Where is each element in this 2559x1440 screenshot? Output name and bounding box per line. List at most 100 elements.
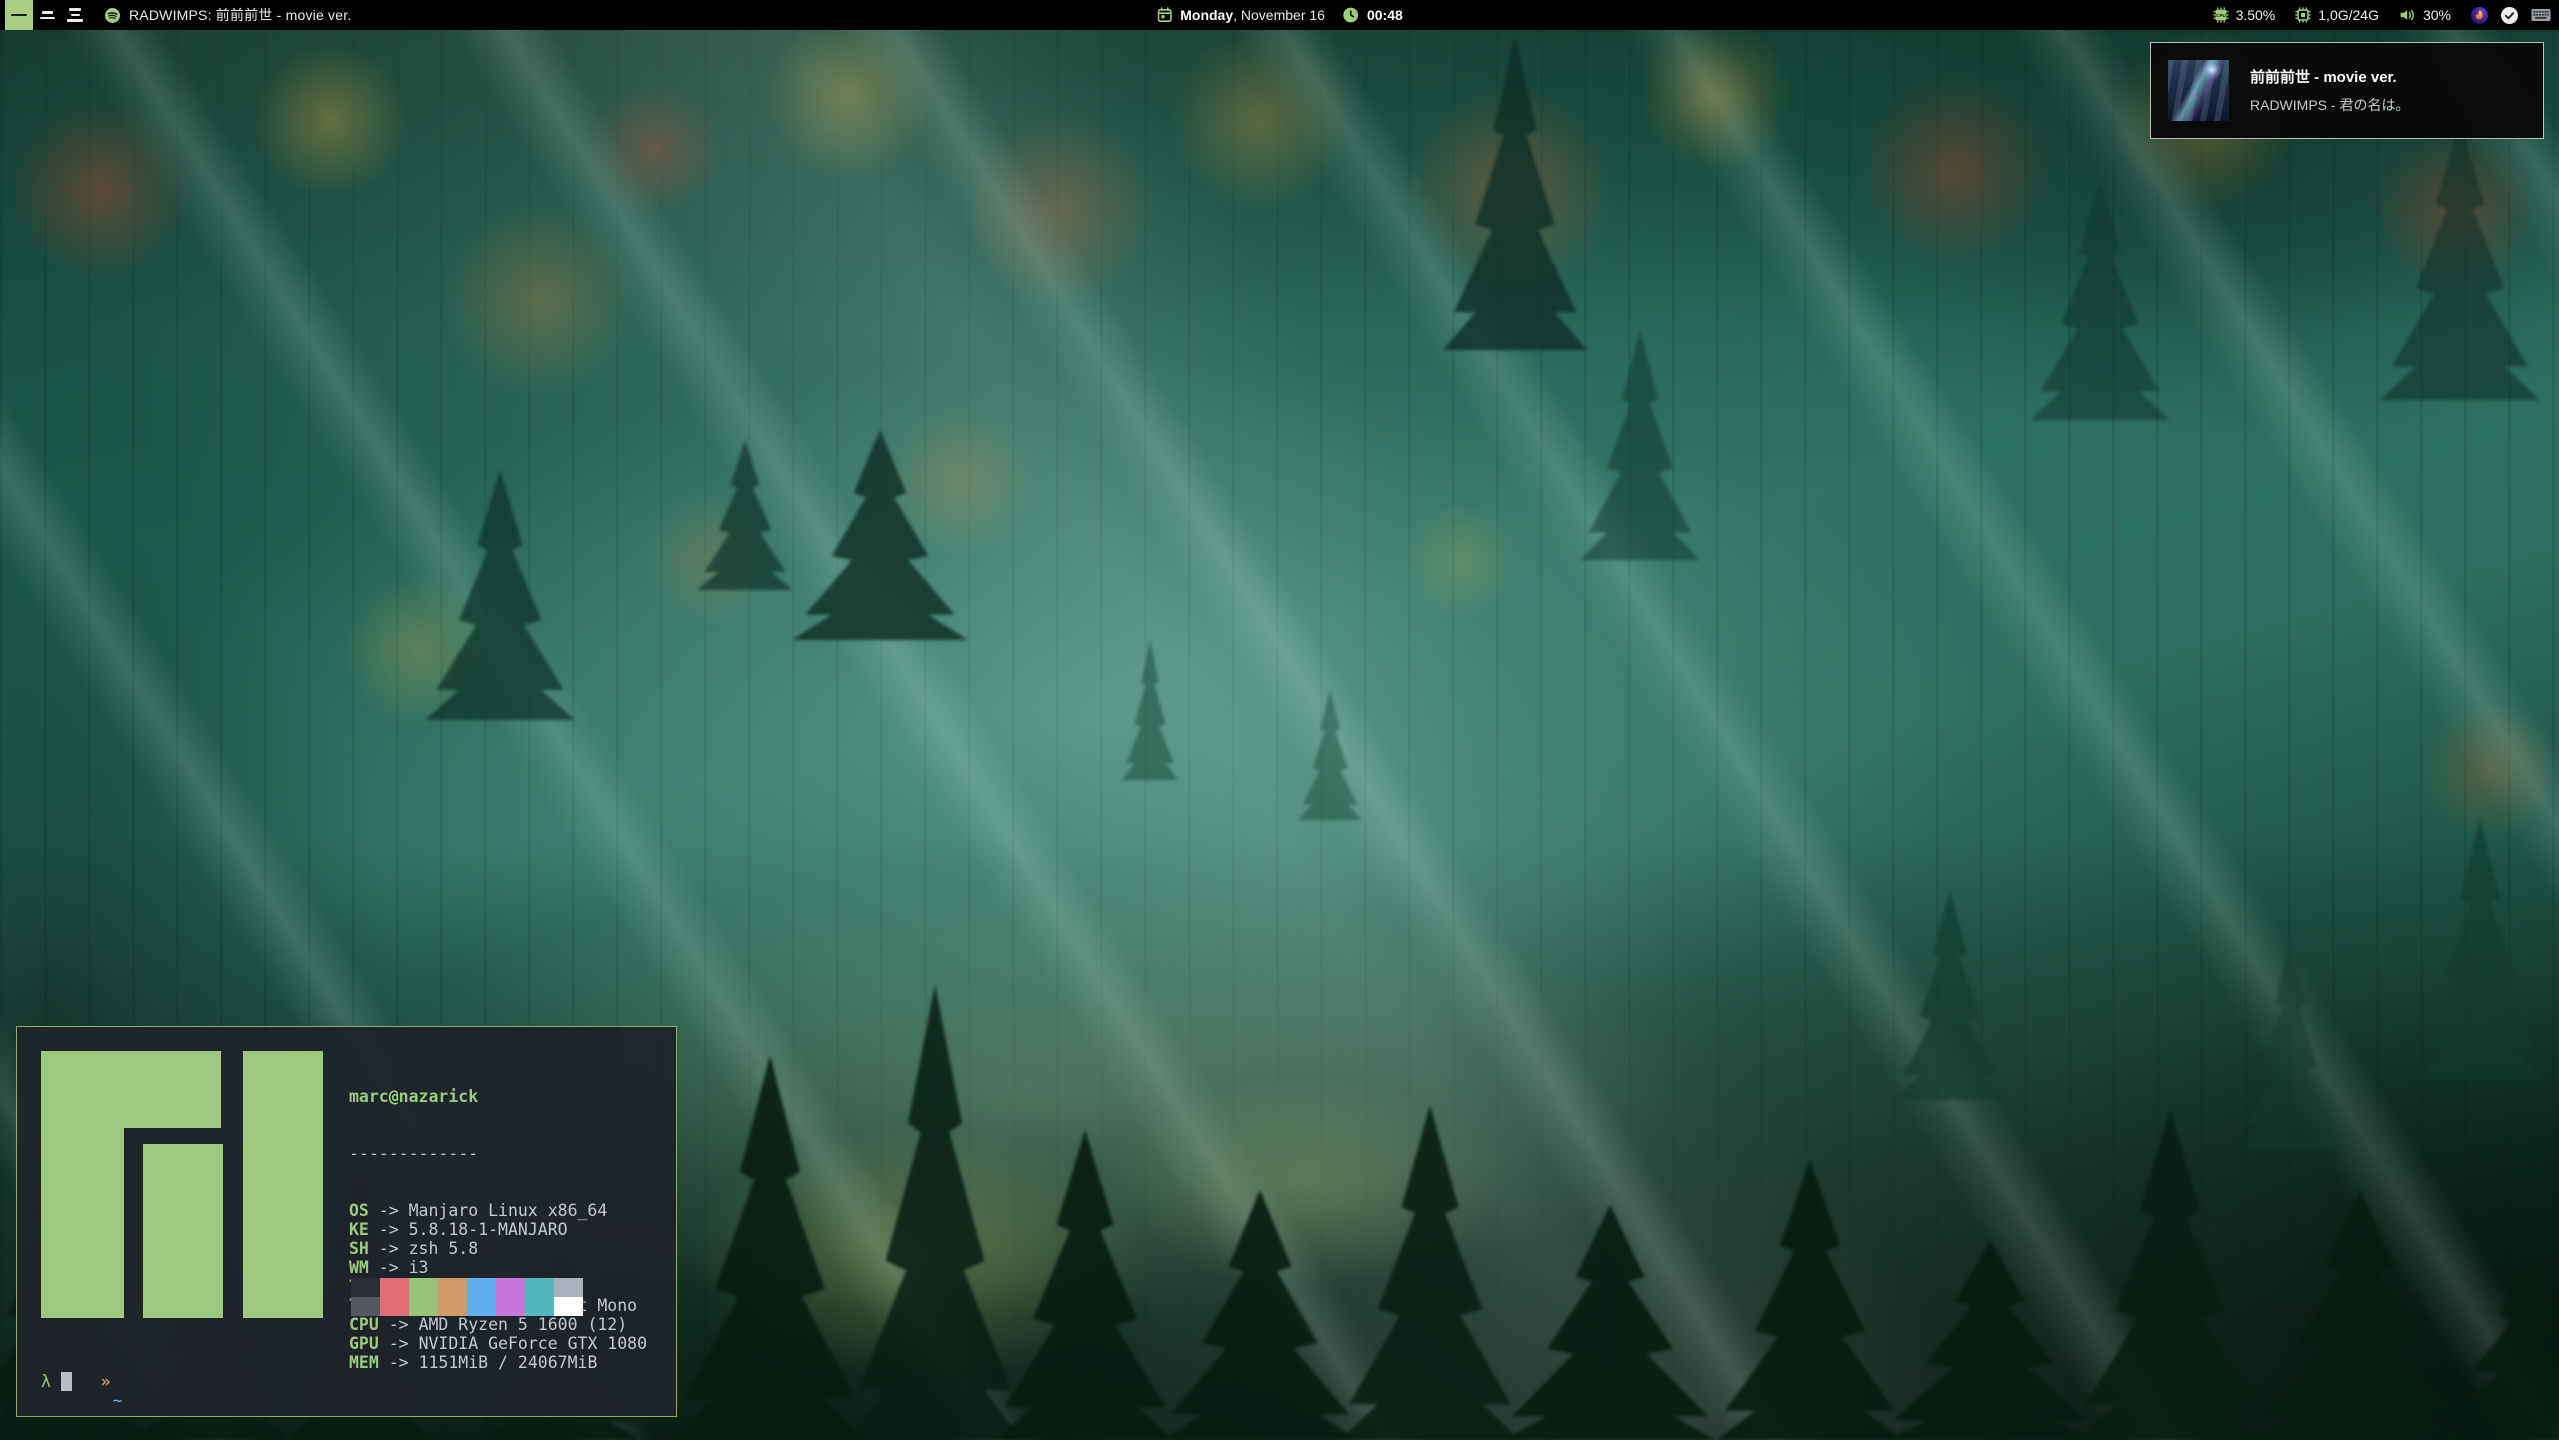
workspace-glyph-stroke [69,8,81,11]
workspace-glyph-stroke [11,14,27,17]
notification-text: 前前前世 - movie ver. RADWIMPS - 君の名は。 [2250,60,2409,121]
workspace-button-2[interactable] [33,0,61,30]
bar-left-section: RADWIMPS: 前前前世 - movie ver. [0,0,351,30]
pine-tree-silhouette [1895,890,2005,1100]
fetch-row-mem: MEM -> 1151MiB / 24067MiB [349,1353,647,1372]
pine-tree-silhouette [1122,640,1178,780]
manjaro-logo [41,1051,323,1318]
pine-tree-silhouette [425,470,575,720]
volume-module: 30% [2399,7,2451,23]
workspace-button-1[interactable] [5,0,33,30]
memory-chip-icon [2295,7,2311,23]
calendar-icon [1156,7,1172,23]
pine-tree-silhouette [1335,1105,1525,1440]
pine-tree-silhouette [2070,1110,2270,1440]
pine-tree-silhouette [2415,820,2545,1080]
now-playing-title[interactable]: RADWIMPS: 前前前世 - movie ver. [129,5,351,25]
color-swatch [496,1278,525,1297]
color-swatch [351,1278,380,1297]
color-swatch [554,1297,583,1316]
pine-tree-silhouette [990,1130,1180,1440]
palette-row-bright [351,1297,583,1316]
color-swatch [496,1297,525,1316]
color-swatch [438,1278,467,1297]
pine-tree-silhouette [1710,1160,1910,1440]
pine-tree-silhouette [2240,940,2340,1150]
pine-tree-silhouette [2030,180,2170,420]
manjaro-logo-piece [143,1144,223,1318]
manjaro-logo-piece [41,1051,124,1318]
palette-row-normal [351,1278,583,1297]
fetch-row-os: OS -> Manjaro Linux x86_64 [349,1201,647,1220]
firefox-nightly-icon[interactable] [2471,7,2488,24]
pine-tree-silhouette [1495,1205,1725,1440]
pine-tree-silhouette [792,430,968,640]
user-host-line: marc@nazarick [349,1087,647,1106]
fetch-row-wm: WM -> i3 [349,1258,647,1277]
cpu-icon: CPU [2213,7,2229,23]
cpu-module: CPU 3.50% [2213,7,2276,23]
pine-tree-silhouette [2245,1190,2475,1440]
color-palette [351,1278,583,1316]
pine-tree-silhouette [1155,1190,1365,1440]
workspace-glyph-stroke [40,17,55,20]
color-swatch [409,1297,438,1316]
spotify-icon [105,8,120,23]
spotify-module[interactable]: RADWIMPS: 前前前世 - movie ver. [105,5,351,25]
notification-popup[interactable]: 前前前世 - movie ver. RADWIMPS - 君の名は。 [2150,42,2544,139]
fetch-row-gpu: GPU -> NVIDIA GeForce GTX 1080 [349,1334,647,1353]
date-rest: , November 16 [1233,7,1325,23]
notification-title: 前前前世 - movie ver. [2250,66,2409,87]
color-swatch [554,1278,583,1297]
memory-usage-value: 1,0G/24G [2318,7,2379,23]
workspace-glyph-stroke [67,19,83,22]
date-day: Monday [1180,7,1233,23]
cpu-usage-value: 3.50% [2236,7,2276,23]
fetch-row-ke: KE -> 5.8.18-1-MANJARO [349,1220,647,1239]
terminal-cursor[interactable] [61,1372,72,1391]
system-tray [2471,7,2551,24]
fetch-row-sh: SH -> zsh 5.8 [349,1239,647,1258]
date-label: Monday, November 16 [1180,7,1325,23]
check-circle-icon[interactable] [2501,7,2518,24]
prompt-path: ~ [113,1391,123,1410]
color-swatch [525,1297,554,1316]
notification-subtitle: RADWIMPS - 君の名は。 [2250,95,2409,115]
time-label: 00:48 [1367,7,1403,23]
color-swatch [380,1278,409,1297]
datetime-module: Monday, November 16 00:48 [1156,0,1403,30]
pine-tree-silhouette [2380,120,2540,400]
pine-tree-silhouette [697,440,793,590]
fetch-row-cpu: CPU -> AMD Ryzen 5 1600 (12) [349,1315,647,1334]
volume-value: 30% [2423,7,2451,23]
pine-tree-silhouette [670,1055,870,1440]
workspace-glyph-stroke [71,14,80,17]
color-swatch [467,1278,496,1297]
terminal-window[interactable]: marc@nazarick ------------- OS -> Manjar… [16,1026,677,1417]
bar-right-section: CPU 3.50% [2193,7,2559,24]
color-swatch [525,1278,554,1297]
clock-icon [1343,7,1359,23]
color-swatch [438,1297,467,1316]
pine-tree-silhouette [1443,35,1587,350]
svg-text:CPU: CPU [2216,13,2226,18]
prompt-line-1: » ~ [41,1353,123,1429]
pine-tree-silhouette [845,985,1025,1440]
color-swatch [351,1297,380,1316]
pine-tree-silhouette [1298,690,1362,820]
top-bar: RADWIMPS: 前前前世 - movie ver. Monday, Nove… [0,0,2559,30]
prompt-arrow: » [101,1372,111,1391]
color-swatch [467,1297,496,1316]
workspace-button-3[interactable] [61,0,89,30]
color-swatch [409,1278,438,1297]
volume-icon [2399,7,2416,23]
album-art [2168,60,2229,121]
workspace-glyph-stroke [42,11,53,14]
neofetch-output: marc@nazarick ------------- OS -> Manjar… [349,1049,647,1410]
pine-tree-silhouette [1580,330,1700,560]
color-swatch [380,1297,409,1316]
separator-line: ------------- [349,1144,647,1163]
memory-module: 1,0G/24G [2295,7,2379,23]
keyboard-icon[interactable] [2531,8,2551,22]
prompt-line-2: λ [41,1372,72,1391]
